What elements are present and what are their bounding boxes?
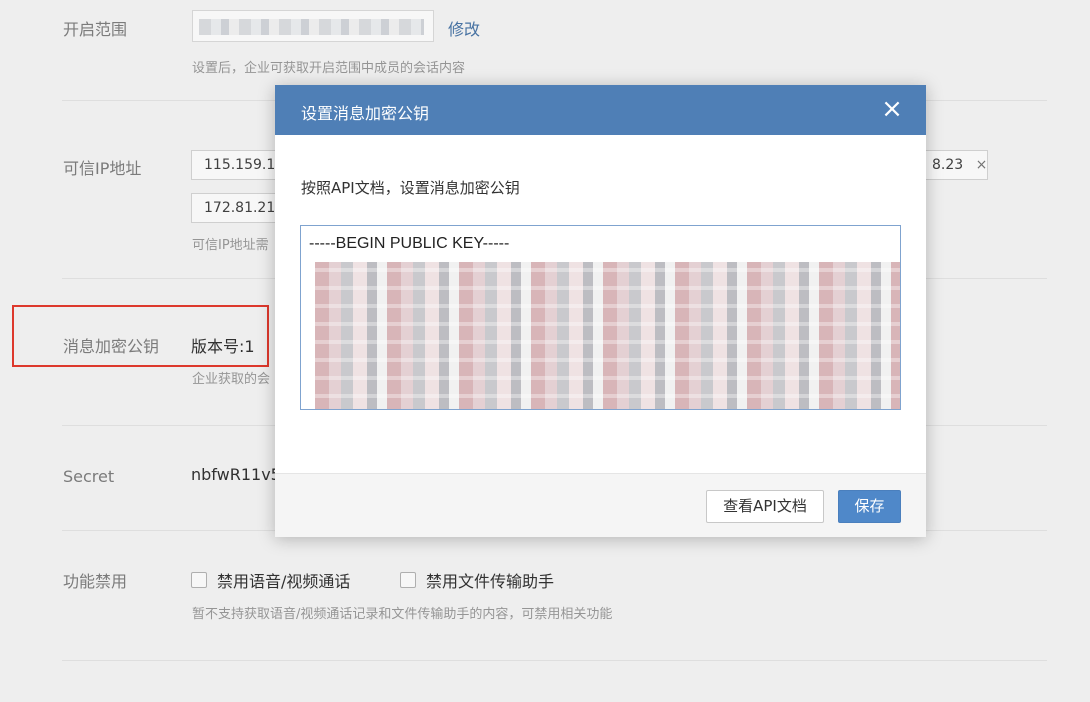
- public-key-first-line: -----BEGIN PUBLIC KEY-----: [309, 235, 510, 252]
- save-button[interactable]: 保存: [838, 490, 901, 523]
- view-api-doc-button[interactable]: 查看API文档: [706, 490, 824, 523]
- pubkey-modal: 设置消息加密公钥 × 按照API文档，设置消息加密公钥 -----BEGIN P…: [275, 85, 926, 537]
- public-key-redacted: [315, 262, 900, 409]
- modal-header: 设置消息加密公钥: [275, 85, 926, 135]
- modal-footer: [275, 474, 926, 537]
- modal-description: 按照API文档，设置消息加密公钥: [301, 179, 520, 197]
- public-key-textarea[interactable]: -----BEGIN PUBLIC KEY-----: [300, 225, 901, 410]
- modal-title: 设置消息加密公钥: [301, 104, 430, 123]
- close-icon[interactable]: ×: [880, 96, 904, 122]
- settings-page: 开启范围 修改 设置后，企业可获取开启范围中成员的会话内容 可信IP地址 115…: [0, 0, 1090, 702]
